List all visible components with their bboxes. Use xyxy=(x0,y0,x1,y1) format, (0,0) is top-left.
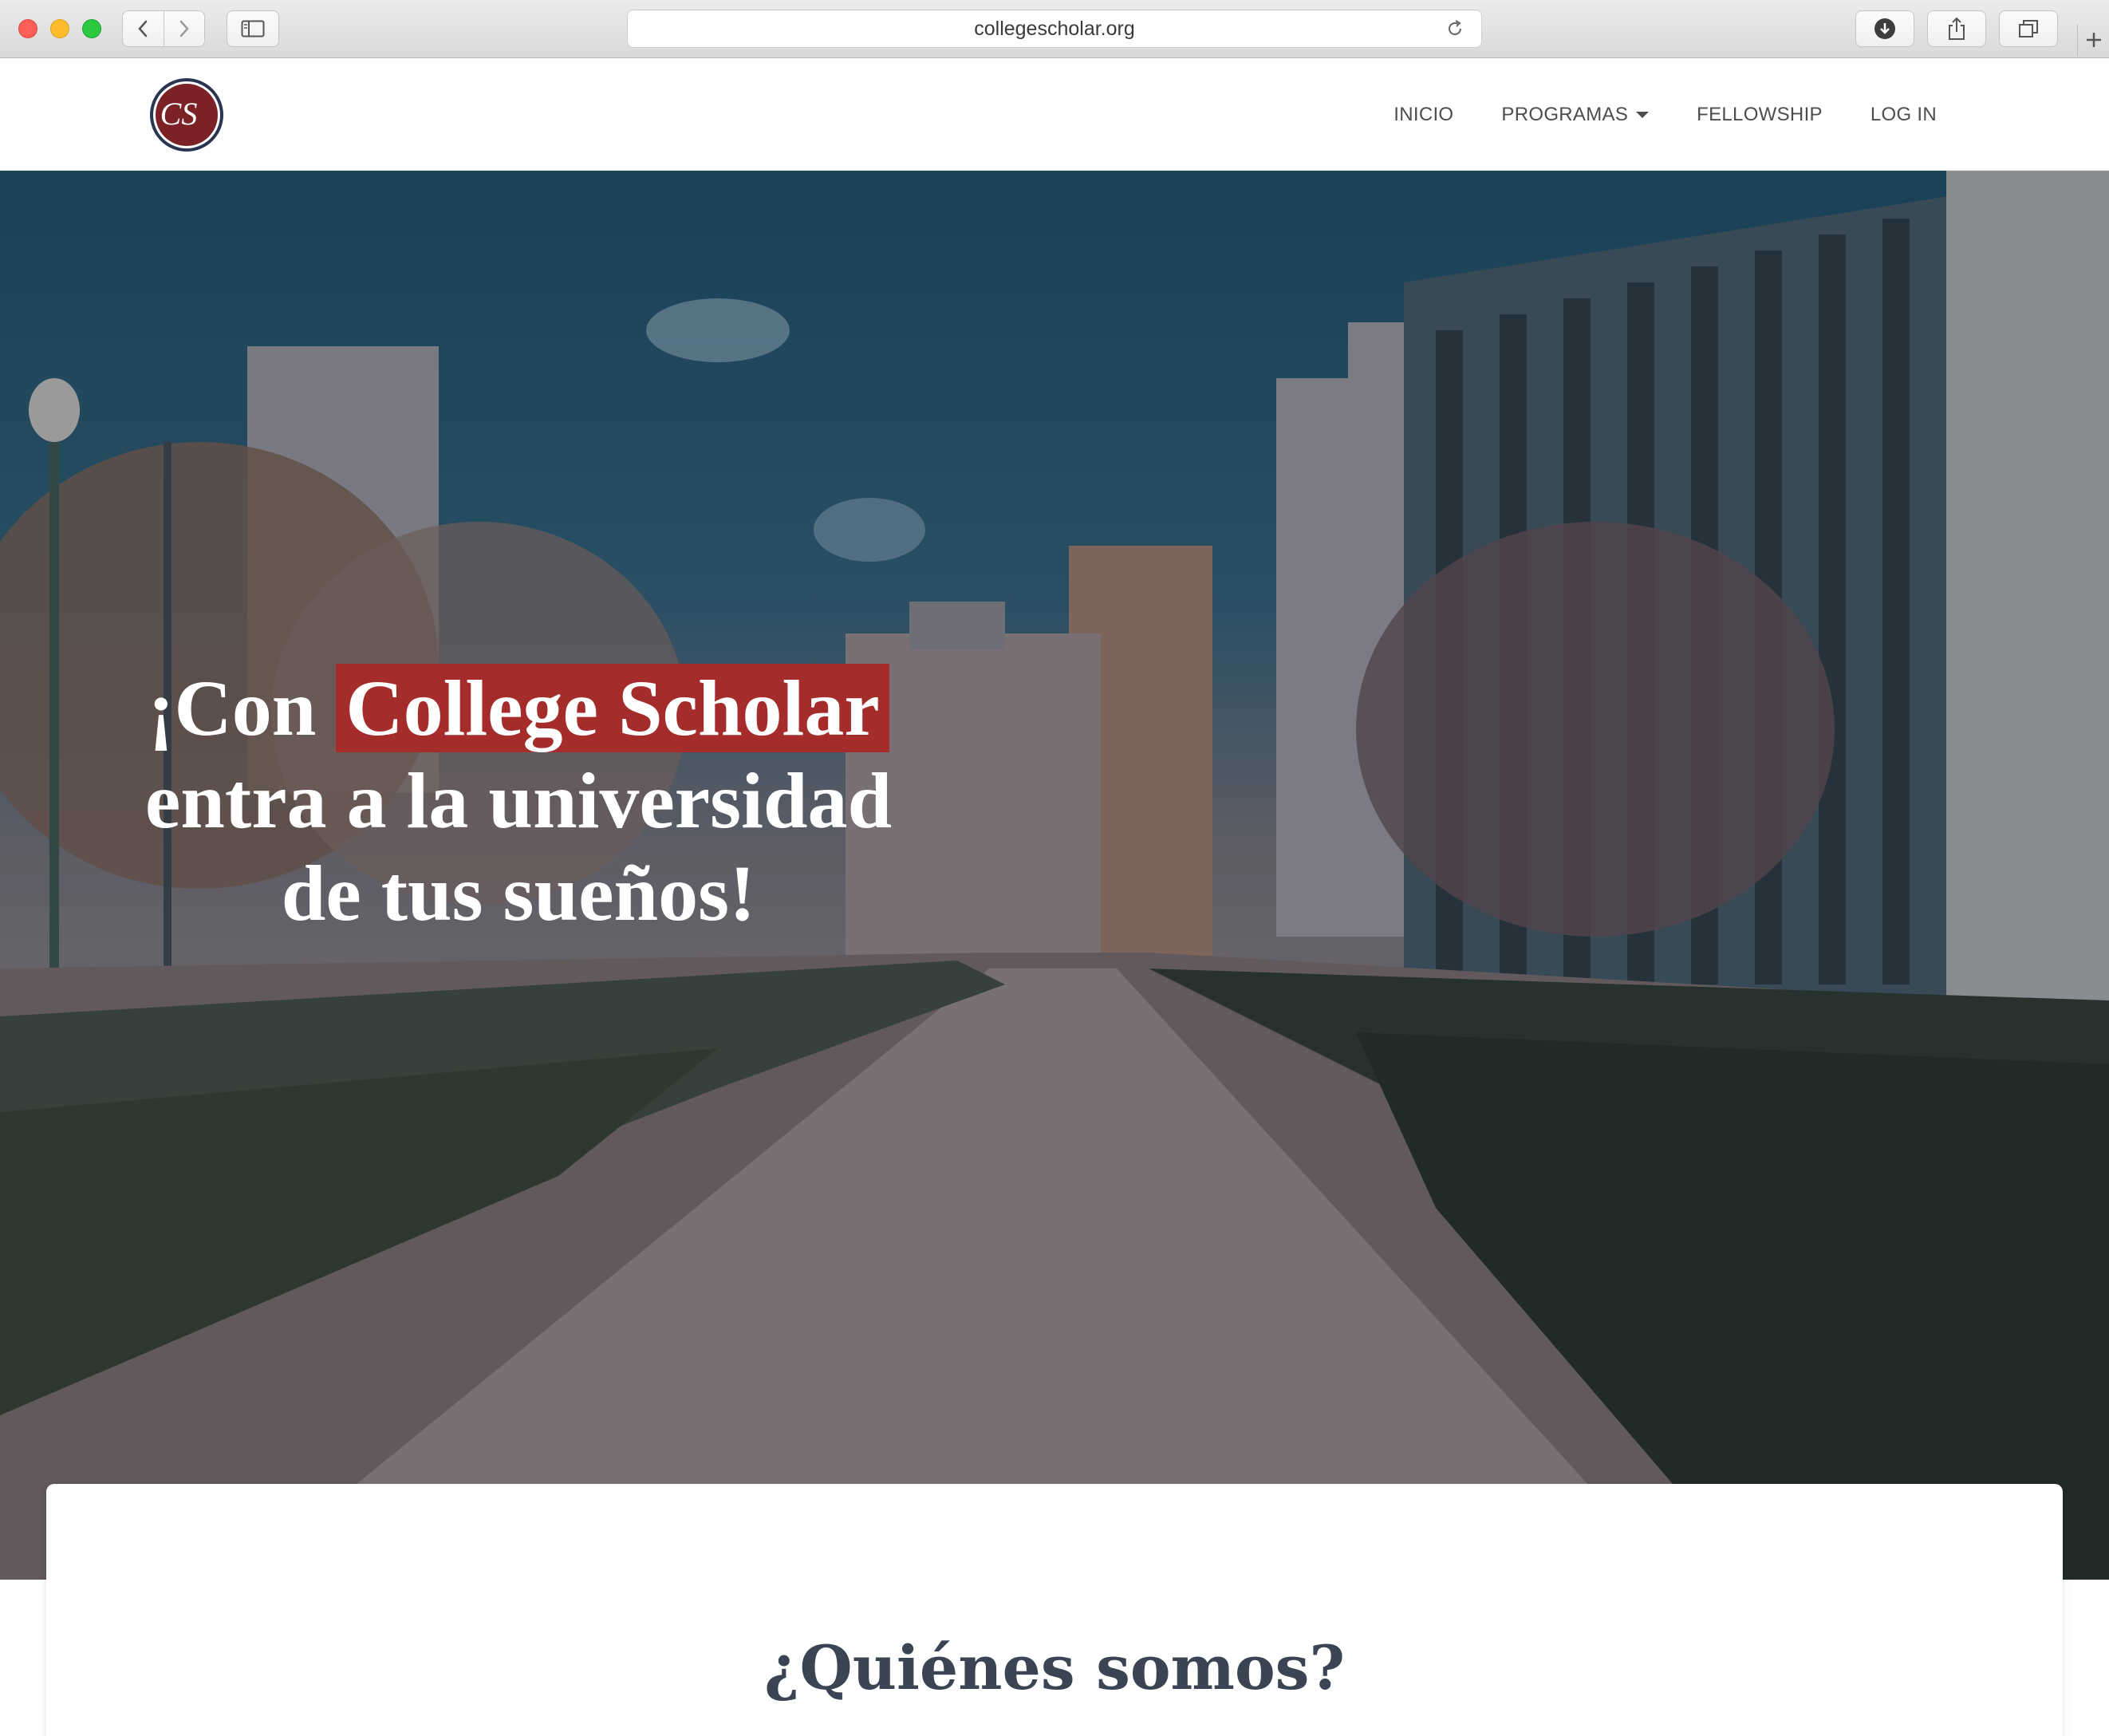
nav-item-fellowship[interactable]: FELLOWSHIP xyxy=(1697,104,1823,126)
hero-headline-highlight: College Scholar xyxy=(336,664,889,752)
chevron-right-icon xyxy=(179,20,189,37)
nav-item-programas[interactable]: PROGRAMAS xyxy=(1501,104,1650,126)
address-bar[interactable]: collegescholar.org xyxy=(627,10,1482,48)
nav-item-label: INICIO xyxy=(1394,104,1454,125)
sidebar-button[interactable] xyxy=(227,10,279,47)
sidebar-icon xyxy=(241,20,265,37)
close-window-button[interactable] xyxy=(18,19,37,38)
logo-text: CS xyxy=(160,96,198,132)
plus-icon xyxy=(2086,33,2101,47)
share-button[interactable] xyxy=(1927,10,1986,47)
nav-item-label: FELLOWSHIP xyxy=(1697,104,1823,125)
browser-toolbar: collegescholar.org xyxy=(0,0,2109,58)
main-navigation: INICIO PROGRAMAS FELLOWSHIP LOG IN xyxy=(1346,59,1937,171)
url-text: collegescholar.org xyxy=(974,17,1135,40)
download-icon xyxy=(1874,18,1895,39)
new-tab-button[interactable] xyxy=(2077,24,2109,56)
nav-item-inicio[interactable]: INICIO xyxy=(1394,104,1453,126)
caret-down-icon xyxy=(1636,112,1650,118)
history-navigation xyxy=(122,10,205,47)
nav-item-label: LOG IN xyxy=(1870,104,1937,125)
about-title: ¿Quiénes somos? xyxy=(764,1632,1345,1703)
back-button[interactable] xyxy=(123,11,164,46)
college-scholar-logo[interactable]: CS xyxy=(148,77,225,153)
chevron-left-icon xyxy=(138,20,148,37)
site-header: CS INICIO PROGRAMAS FELLOWSHIP LOG IN xyxy=(0,59,2109,171)
downloads-button[interactable] xyxy=(1855,10,1914,47)
hero-headline-intro: ¡Con xyxy=(148,664,337,752)
maximize-window-button[interactable] xyxy=(82,19,101,38)
minimize-window-button[interactable] xyxy=(50,19,69,38)
reload-icon[interactable] xyxy=(1445,18,1465,39)
tabs-icon xyxy=(2019,20,2038,37)
tab-overview-button[interactable] xyxy=(1999,10,2058,47)
hero-headline: ¡Con College Scholar entra a la universid… xyxy=(120,662,917,940)
nav-item-label: PROGRAMAS xyxy=(1501,104,1629,125)
nav-item-log-in[interactable]: LOG IN xyxy=(1871,104,1937,126)
share-icon xyxy=(1949,17,1965,40)
hero-section: ¡Con College Scholar entra a la universid… xyxy=(0,171,2109,1580)
forward-button[interactable] xyxy=(163,11,204,46)
about-card: ¿Quiénes somos? xyxy=(46,1484,2063,1736)
hero-headline-rest: entra a la universidad de tus sueños! xyxy=(144,756,893,937)
